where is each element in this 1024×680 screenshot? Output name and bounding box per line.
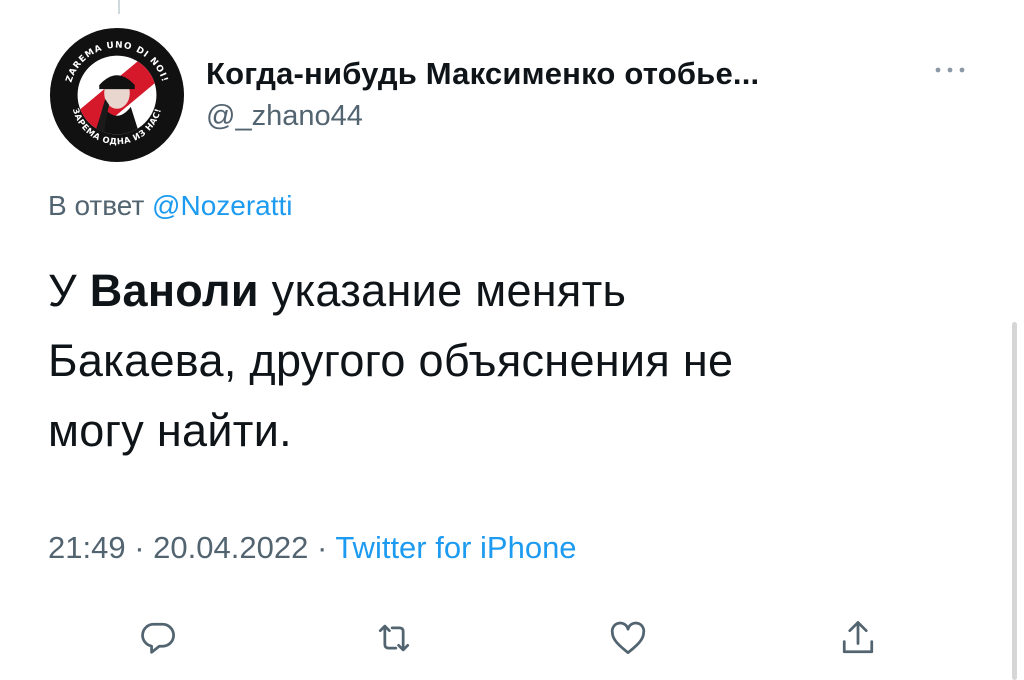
tweet-time[interactable]: 21:49 [48,530,126,565]
reply-mention-link[interactable]: @Nozeratti [152,190,292,221]
like-button[interactable] [606,616,654,664]
tweet-source-link[interactable]: Twitter for iPhone [335,530,576,565]
tweet-header: Когда-нибудь Максименко отобье... @_zhan… [206,56,966,133]
tweet-text-start: У [48,265,77,316]
thread-connector-line [118,0,120,14]
reply-button[interactable] [136,616,184,664]
tweet-text: У Ваноли указание менять Бакаева, другог… [48,256,948,466]
tweet-action-bar [0,616,1024,664]
tweet-text-line-3: могу найти. [48,405,292,456]
share-button[interactable] [836,616,884,664]
user-handle[interactable]: @_zhano44 [206,100,966,133]
reply-prefix: В ответ [48,190,145,221]
reply-icon [141,622,175,654]
tweet-text-end: указание менять [271,265,627,316]
more-options-icon[interactable] [932,60,968,80]
share-icon [842,621,874,654]
like-icon [610,621,646,655]
tweet-date[interactable]: 20.04.2022 [153,530,308,565]
tweet-text-bold: Ваноли [89,265,259,316]
display-name[interactable]: Когда-нибудь Максименко отобье... [206,56,966,92]
avatar-badge-icon: ZAREMA UNO DI NOI! ЗАРЕМА ОДНА ИЗ НАС! [49,27,185,163]
retweet-icon [378,624,410,652]
reply-context: В ответ @Nozeratti [48,190,293,222]
tweet-meta: 21:49 · 20.04.2022 · Twitter for iPhone [48,530,577,566]
avatar[interactable]: ZAREMA UNO DI NOI! ЗАРЕМА ОДНА ИЗ НАС! [48,26,186,164]
scrollbar[interactable] [1012,322,1017,680]
meta-separator: · [134,530,145,565]
tweet-text-line-2: Бакаева, другого объяснения не [48,335,734,386]
retweet-button[interactable] [372,616,420,664]
tweet-text-line-1: У Ваноли указание менять [48,256,948,326]
meta-separator-2: · [316,530,328,565]
